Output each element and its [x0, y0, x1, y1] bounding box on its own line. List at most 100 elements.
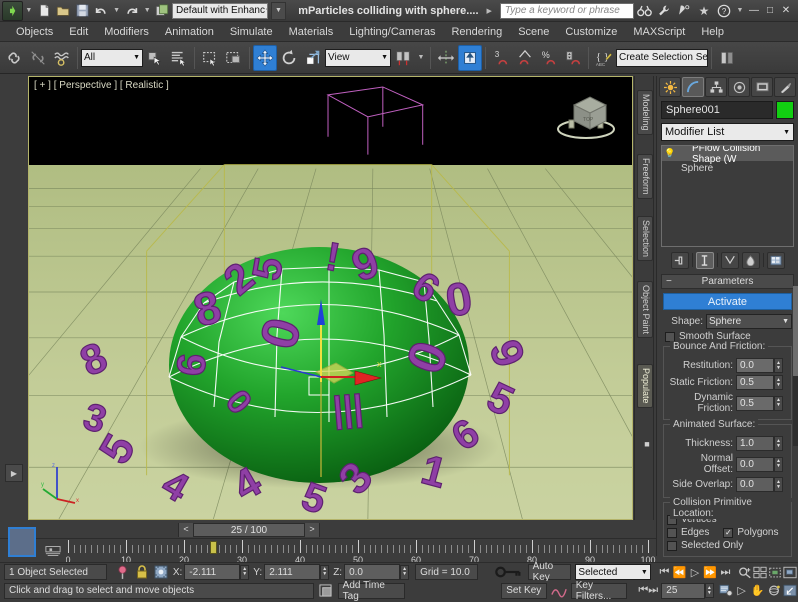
x-value[interactable]: -2.111: [184, 564, 240, 580]
redo-icon[interactable]: [122, 1, 141, 21]
selected-only-row[interactable]: Selected Only: [667, 540, 788, 551]
pan-icon[interactable]: ▷: [734, 582, 750, 599]
align-icon[interactable]: [458, 45, 482, 71]
absolute-relative-toggle-icon[interactable]: [154, 564, 169, 581]
ribbon-tab-freeform[interactable]: Freeform: [637, 154, 653, 199]
selected-only-checkbox[interactable]: [667, 541, 677, 551]
x-spinner[interactable]: ▲▼: [240, 565, 249, 580]
object-color-swatch[interactable]: [776, 101, 794, 119]
next-frame-arrow[interactable]: >: [304, 523, 319, 537]
spinner-snap-toggle-icon[interactable]: [561, 45, 585, 71]
maximize-viewport-icon[interactable]: [782, 582, 798, 599]
previous-frame-arrow[interactable]: <: [179, 523, 194, 537]
menu-simulate[interactable]: Simulate: [222, 24, 281, 40]
select-by-name-icon[interactable]: [167, 45, 191, 71]
add-time-tag-button[interactable]: Add Time Tag: [338, 583, 405, 599]
utilities-tab[interactable]: [774, 77, 796, 97]
menu-animation[interactable]: Animation: [157, 24, 222, 40]
restitution-field[interactable]: 0.0: [736, 358, 774, 373]
parameter-curve-icon[interactable]: [551, 582, 567, 599]
minimize-icon[interactable]: —: [746, 5, 762, 16]
binoculars-icon[interactable]: [634, 1, 654, 21]
display-tab[interactable]: [751, 77, 773, 97]
adaptive-degradation-icon[interactable]: [318, 582, 334, 599]
go-to-start-icon[interactable]: ⏮: [657, 564, 672, 581]
zoom-region-icon[interactable]: [783, 564, 798, 581]
menu-objects[interactable]: Objects: [8, 24, 61, 40]
key-filter-set-combo[interactable]: Selected ▼: [575, 564, 650, 580]
activate-button[interactable]: Activate: [663, 293, 792, 310]
auto-key-button[interactable]: Auto Key: [528, 564, 572, 580]
modifier-list-dropdown[interactable]: Modifier List ▼: [661, 123, 794, 141]
show-end-result-icon[interactable]: [696, 252, 714, 269]
y-spinner[interactable]: ▲▼: [320, 565, 329, 580]
help-icon[interactable]: ?: [714, 1, 734, 21]
pin-stack-icon[interactable]: [671, 252, 689, 269]
remove-modifier-icon[interactable]: [742, 252, 760, 269]
x-coordinate-field[interactable]: X: -2.111 ▲▼: [169, 564, 249, 580]
current-frame-spinner[interactable]: ▲▼: [705, 583, 713, 598]
open-file-icon[interactable]: [54, 1, 73, 21]
zoom-extents-icon[interactable]: [767, 564, 782, 581]
zoom-icon[interactable]: [737, 564, 752, 581]
z-spinner[interactable]: ▲▼: [400, 565, 409, 580]
document-menu-caret-icon[interactable]: ▶: [487, 7, 492, 15]
max-logo-icon[interactable]: ➧: [2, 1, 23, 21]
normal-offset-field[interactable]: 0.0: [736, 457, 774, 472]
menu-maxscript[interactable]: MAXScript: [625, 24, 693, 40]
set-project-folder-icon[interactable]: [153, 1, 172, 21]
modifier-stack[interactable]: 💡 PFlow Collision Shape (W Sphere: [661, 145, 794, 247]
static-friction-field[interactable]: 0.5: [736, 375, 774, 390]
z-value[interactable]: 0.0: [344, 564, 400, 580]
time-slider[interactable]: < 25 / 100 >: [28, 522, 633, 538]
ribbon-minimize-icon[interactable]: ■: [637, 436, 653, 452]
star-icon[interactable]: ★: [694, 1, 714, 21]
time-slider-track[interactable]: [28, 522, 633, 538]
smooth-surface-checkbox[interactable]: [665, 332, 675, 342]
next-frame-icon[interactable]: ⏩: [703, 564, 718, 581]
configure-modifier-sets-icon[interactable]: [767, 252, 785, 269]
expand-panel-arrow-icon[interactable]: ▶: [5, 464, 23, 482]
command-panel-scrollbar[interactable]: [793, 286, 798, 446]
mirror-icon[interactable]: [434, 45, 458, 71]
search-input[interactable]: Type a keyword or phrase: [500, 3, 634, 19]
zoom-all-icon[interactable]: [752, 564, 767, 581]
edit-named-selection-sets-icon[interactable]: { }ABC: [592, 45, 616, 71]
current-frame-field[interactable]: 25: [661, 583, 705, 599]
save-file-icon[interactable]: [73, 1, 92, 21]
reference-coordinate-combo[interactable]: View ▼: [325, 49, 391, 67]
orbit-icon[interactable]: [766, 582, 782, 599]
track-view-icon[interactable]: [44, 543, 62, 559]
window-crossing-icon[interactable]: [222, 45, 246, 71]
select-and-scale-icon[interactable]: [301, 45, 325, 71]
select-and-move-icon[interactable]: [253, 45, 277, 71]
key-mode-icon[interactable]: ⏮⏭: [639, 582, 657, 599]
shape-combo[interactable]: Sphere ▼: [706, 314, 792, 329]
undo-dropdown-icon[interactable]: ▼: [111, 7, 122, 14]
y-coordinate-field[interactable]: Y: 2.111 ▲▼: [249, 564, 329, 580]
menu-edit[interactable]: Edit: [61, 24, 96, 40]
restitution-spinner[interactable]: ▲▼: [774, 358, 783, 373]
select-and-rotate-icon[interactable]: [277, 45, 301, 71]
maximize-icon[interactable]: □: [762, 5, 778, 16]
time-configuration-icon[interactable]: [718, 582, 734, 599]
set-key-button[interactable]: Set Key: [501, 583, 547, 599]
close-icon[interactable]: ✕: [778, 5, 794, 16]
edges-checkbox[interactable]: [667, 528, 677, 538]
ribbon-tab-populate[interactable]: Populate: [637, 364, 653, 408]
menu-lighting-cameras[interactable]: Lighting/Cameras: [341, 24, 443, 40]
workspace-selector[interactable]: Default with Enhanc ▼: [172, 3, 268, 19]
undo-icon[interactable]: [92, 1, 111, 21]
parameters-rollout-header[interactable]: − Parameters: [661, 274, 794, 289]
mirror-tool-icon[interactable]: [715, 45, 739, 71]
collapse-icon[interactable]: −: [666, 276, 672, 287]
help-dropdown-icon[interactable]: ▼: [734, 7, 746, 14]
hierarchy-tab[interactable]: [705, 77, 727, 97]
open-mini-curve-editor-button[interactable]: [8, 527, 36, 557]
ribbon-tab-selection[interactable]: Selection: [637, 216, 653, 261]
quick-access-caret-icon[interactable]: ▼: [23, 7, 34, 14]
menu-modifiers[interactable]: Modifiers: [96, 24, 157, 40]
object-name-field[interactable]: Sphere001: [661, 101, 773, 119]
hand-pan-icon[interactable]: ✋: [750, 582, 766, 599]
select-object-icon[interactable]: [143, 45, 167, 71]
